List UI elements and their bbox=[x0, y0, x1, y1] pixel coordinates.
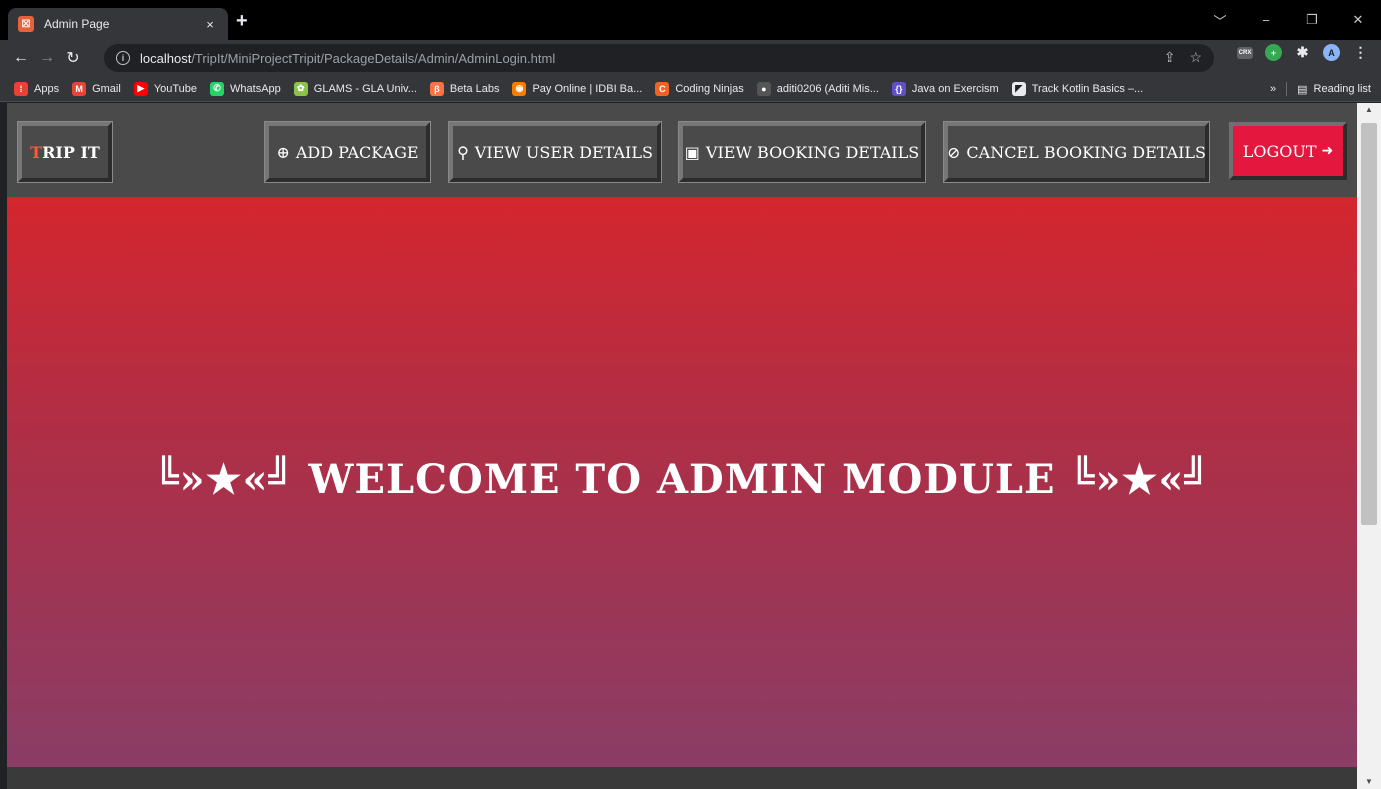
view-booking-details-label: VIEW BOOKING DETAILS bbox=[705, 142, 920, 162]
bookmark-item[interactable]: ⁞ Apps bbox=[14, 81, 60, 96]
apps-grid-icon: ⁞ bbox=[14, 81, 28, 96]
scroll-thumb[interactable] bbox=[1361, 123, 1377, 525]
site-info-icon[interactable]: i bbox=[116, 51, 130, 65]
close-window-button[interactable]: ✕ bbox=[1335, 12, 1381, 28]
add-package-button[interactable]: ⊕ ADD PACKAGE bbox=[264, 121, 431, 183]
bookmark-item[interactable]: M Gmail bbox=[72, 81, 121, 96]
cancel-booking-details-button[interactable]: ⊘ CANCEL BOOKING DETAILS bbox=[943, 121, 1210, 183]
address-book-icon: ▣ bbox=[684, 142, 700, 162]
bookmark-label: YouTube bbox=[153, 82, 198, 95]
profile-avatar[interactable]: A bbox=[1323, 44, 1340, 61]
bookmark-item[interactable]: ● aditi0206 (Aditi Mis... bbox=[756, 81, 879, 96]
brand-logo[interactable]: T RIP IT bbox=[17, 121, 113, 183]
bookmark-label: WhatsApp bbox=[230, 82, 281, 95]
reload-icon[interactable]: ↻ bbox=[60, 48, 86, 68]
bookmark-label: Apps bbox=[34, 82, 60, 95]
reading-list-icon: ▤ bbox=[1297, 83, 1308, 96]
bookmark-item[interactable]: {} Java on Exercism bbox=[891, 81, 999, 96]
bookmark-label: Gmail bbox=[92, 82, 121, 95]
logout-button[interactable]: LOGOUT ➜ bbox=[1229, 122, 1347, 180]
tab-close-icon[interactable]: × bbox=[202, 17, 218, 32]
sign-out-icon: ➜ bbox=[1321, 143, 1334, 159]
bookmark-item[interactable]: ◉ Pay Online | IDBI Ba... bbox=[512, 81, 643, 96]
logout-label: LOGOUT bbox=[1242, 141, 1317, 161]
address-bar[interactable]: i localhost/TripIt/MiniProjectTripit/Pac… bbox=[104, 44, 1214, 72]
bookmark-item[interactable]: C Coding Ninjas bbox=[655, 81, 744, 96]
kebab-menu-icon[interactable]: ⋮ bbox=[1352, 44, 1369, 61]
bookmark-label: Track Kotlin Basics –... bbox=[1031, 82, 1144, 95]
url-host: localhost bbox=[140, 50, 192, 66]
site-navbar: T RIP IT ⊕ ADD PACKAGE ⚲ VIEW USER DETAIL… bbox=[7, 103, 1357, 197]
add-package-label: ADD PACKAGE bbox=[295, 142, 419, 162]
youtube-icon: ▶ bbox=[133, 81, 148, 96]
forward-arrow-icon[interactable]: → bbox=[34, 49, 60, 67]
browser-toolbar: ← → ↻ i localhost/TripIt/MiniProjectTrip… bbox=[0, 40, 1381, 76]
page-scrollbar[interactable]: ▲ ▼ bbox=[1357, 103, 1381, 789]
glams-icon: ✿ bbox=[293, 81, 308, 96]
restore-button[interactable]: ❐ bbox=[1289, 12, 1335, 28]
window-controls: ﹀ − ❐ ✕ bbox=[1197, 0, 1381, 40]
bookmark-divider bbox=[1286, 82, 1288, 96]
bookmarks-overflow-icon[interactable]: » bbox=[1270, 83, 1276, 95]
brand-first-letter: T bbox=[30, 142, 43, 162]
footer-strip bbox=[7, 767, 1357, 789]
view-user-details-label: VIEW USER DETAILS bbox=[474, 142, 653, 162]
bookmark-label: Java on Exercism bbox=[911, 82, 999, 95]
share-icon[interactable]: ⇪ bbox=[1164, 49, 1176, 66]
url-path: /TripIt/MiniProjectTripit/PackageDetails… bbox=[191, 50, 556, 66]
idbi-icon: ◉ bbox=[512, 81, 527, 96]
scroll-up-arrow-icon[interactable]: ▲ bbox=[1357, 103, 1381, 117]
bookmark-star-icon[interactable]: ☆ bbox=[1189, 49, 1202, 66]
view-booking-details-button[interactable]: ▣ VIEW BOOKING DETAILS bbox=[678, 121, 926, 183]
plus-circle-icon: ⊕ bbox=[276, 142, 290, 162]
page-viewport: T RIP IT ⊕ ADD PACKAGE ⚲ VIEW USER DETAIL… bbox=[7, 103, 1357, 789]
bookmark-label: GLAMS - GLA Univ... bbox=[313, 82, 417, 95]
bookmark-label: aditi0206 (Aditi Mis... bbox=[776, 82, 879, 95]
ban-icon: ⊘ bbox=[946, 142, 961, 162]
reading-list-button[interactable]: Reading list bbox=[1314, 83, 1371, 95]
new-tab-button[interactable]: + bbox=[236, 11, 248, 31]
gmail-icon: M bbox=[72, 81, 87, 96]
url-text[interactable]: localhost/TripIt/MiniProjectTripit/Packa… bbox=[140, 51, 555, 66]
crx-extension-icon[interactable]: CRX bbox=[1237, 46, 1253, 59]
brand-rest: RIP IT bbox=[42, 142, 100, 162]
cancel-booking-details-label: CANCEL BOOKING DETAILS bbox=[966, 142, 1207, 162]
bookmarks-bar: ⁞ Apps M Gmail ▶ YouTube ✆ WhatsApp ✿ GLAMS - GLA… bbox=[0, 76, 1381, 102]
extensions-area: CRX + ✱ A ⋮ bbox=[1237, 44, 1369, 61]
view-user-details-button[interactable]: ⚲ VIEW USER DETAILS bbox=[448, 121, 662, 183]
bookmark-label: Beta Labs bbox=[449, 82, 500, 95]
bookmark-label: Coding Ninjas bbox=[675, 82, 744, 95]
minimize-button[interactable]: − bbox=[1243, 13, 1289, 28]
user-icon: ⚲ bbox=[457, 142, 469, 162]
coding-ninjas-icon: C bbox=[655, 81, 670, 96]
browser-tab[interactable]: ☒ Admin Page × bbox=[8, 8, 228, 40]
bookmarks-right: » ▤ Reading list bbox=[1270, 76, 1371, 102]
beta-labs-icon: β bbox=[429, 81, 444, 96]
tab-title: Admin Page bbox=[44, 17, 110, 31]
tab-strip: ☒ Admin Page × + ﹀ − ❐ ✕ bbox=[0, 0, 1381, 40]
exercism-icon: {} bbox=[891, 81, 906, 96]
bookmark-item[interactable]: ▶ YouTube bbox=[133, 81, 198, 96]
bookmark-item[interactable]: ✿ GLAMS - GLA Univ... bbox=[293, 81, 417, 96]
bookmark-item[interactable]: ✆ WhatsApp bbox=[210, 81, 281, 96]
bookmark-label: Pay Online | IDBI Ba... bbox=[532, 82, 643, 95]
kotlin-icon: ◤ bbox=[1011, 81, 1026, 96]
puzzle-extensions-icon[interactable]: ✱ bbox=[1294, 44, 1311, 61]
welcome-hero: ╚»★«╝ WELCOME TO ADMIN MODULE ╚»★«╝ bbox=[7, 197, 1357, 767]
back-arrow-icon[interactable]: ← bbox=[8, 49, 34, 67]
scroll-down-arrow-icon[interactable]: ▼ bbox=[1357, 775, 1381, 789]
tab-search-icon[interactable]: ﹀ bbox=[1197, 11, 1243, 30]
omnibox-actions: ⇪ ☆ bbox=[1164, 49, 1202, 66]
plus-extension-icon[interactable]: + bbox=[1265, 44, 1282, 61]
bookmark-item[interactable]: ◤ Track Kotlin Basics –... bbox=[1011, 81, 1144, 96]
github-icon: ● bbox=[756, 81, 771, 96]
whatsapp-icon: ✆ bbox=[210, 81, 225, 96]
welcome-title: ╚»★«╝ WELCOME TO ADMIN MODULE ╚»★«╝ bbox=[154, 456, 1210, 503]
bookmark-item[interactable]: β Beta Labs bbox=[429, 81, 500, 96]
tab-favicon-icon: ☒ bbox=[18, 16, 34, 32]
